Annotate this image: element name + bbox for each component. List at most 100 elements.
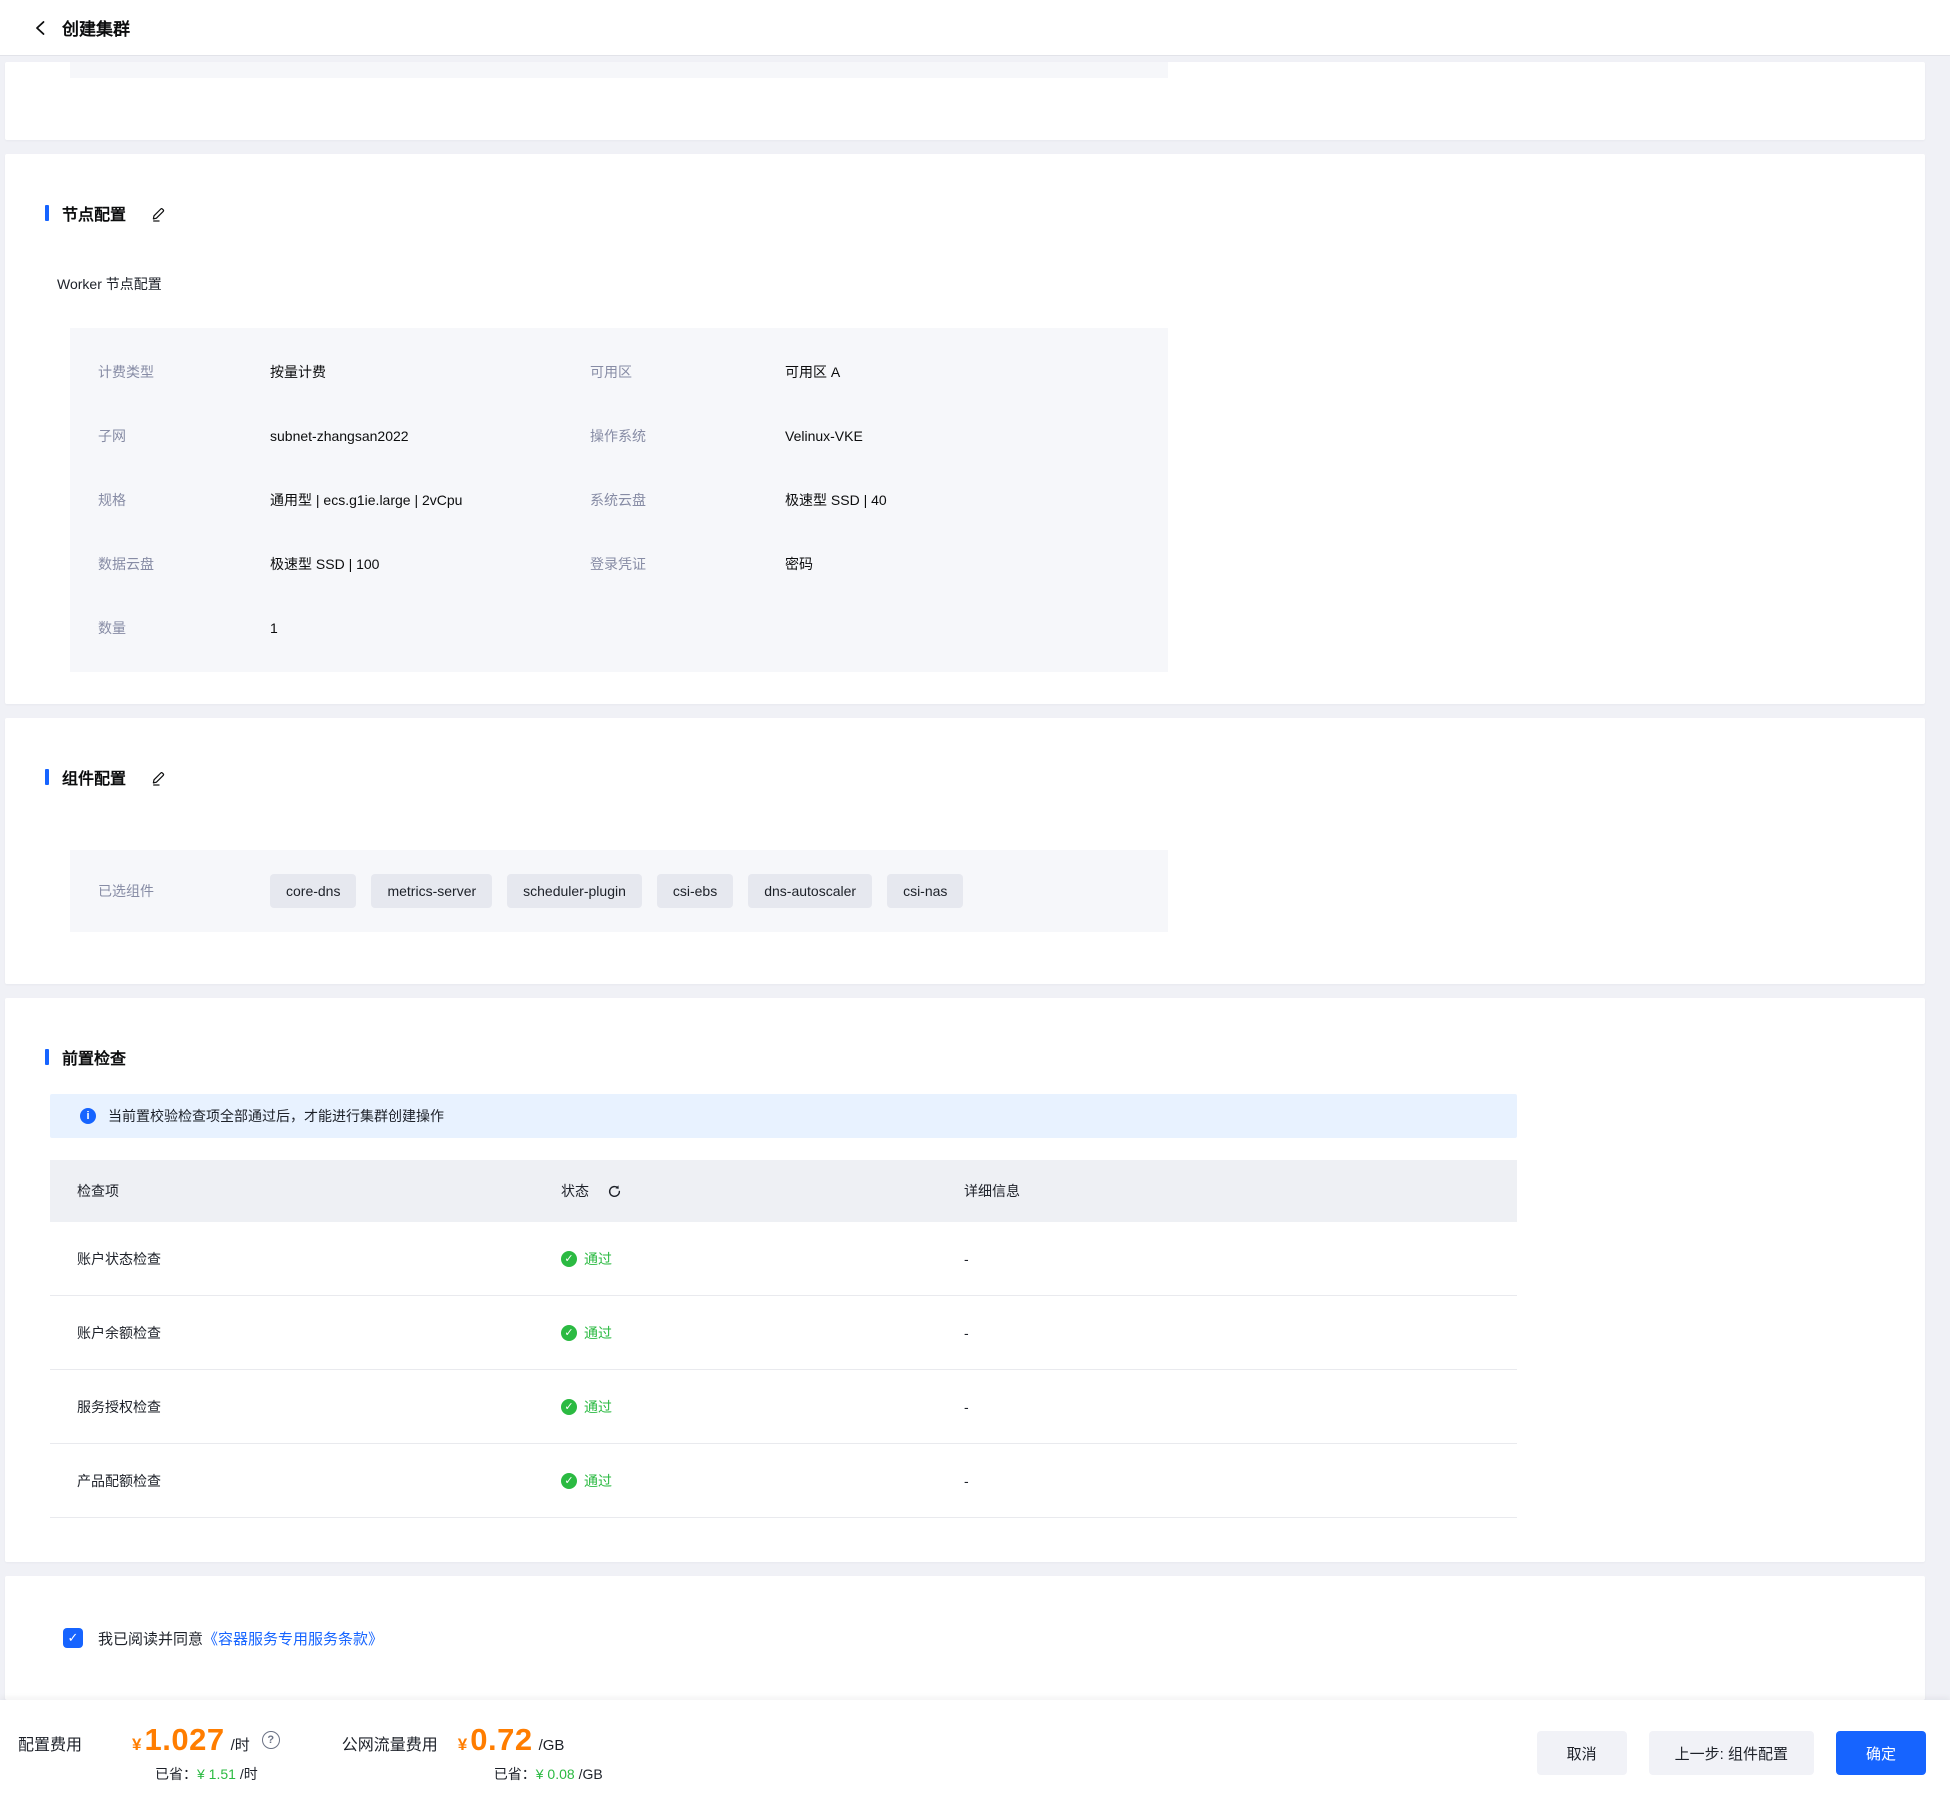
confirm-button[interactable]: 确定 <box>1836 1731 1926 1775</box>
check-detail: - <box>964 1473 1517 1489</box>
field-value: 1 <box>270 620 590 636</box>
check-item-name: 产品配额检查 <box>77 1471 561 1491</box>
check-circle-icon: ✓ <box>561 1399 577 1415</box>
addons-config-section: 组件配置 已选组件 core-dns metrics-server schedu… <box>5 718 1925 984</box>
traffic-fee-saved: 已省：¥ 0.08 /GB <box>494 1764 603 1784</box>
field-value: subnet-zhangsan2022 <box>270 428 590 444</box>
field-label: 规格 <box>98 490 270 510</box>
selected-addons-label: 已选组件 <box>98 881 270 901</box>
saved-unit: /GB <box>579 1766 603 1782</box>
field-label: 数据云盘 <box>98 554 270 574</box>
top-bar: 创建集群 <box>0 0 1950 56</box>
agreement-section: ✓ 我已阅读并同意 《容器服务专用服务条款》 <box>5 1576 1925 1700</box>
traffic-fee-amount: 0.72 <box>470 1722 532 1758</box>
field-label: 可用区 <box>590 362 785 382</box>
field-label: 子网 <box>98 426 270 446</box>
precheck-row: 服务授权检查 ✓通过 - <box>50 1370 1517 1444</box>
field-value: 可用区 A <box>785 362 1168 382</box>
check-detail: - <box>964 1325 1517 1341</box>
precheck-section: 前置检查 i 当前置校验检查项全部通过后，才能进行集群创建操作 检查项 状态 详… <box>5 998 1925 1562</box>
field-value: 按量计费 <box>270 362 590 382</box>
precheck-body: i 当前置校验检查项全部通过后，才能进行集群创建操作 检查项 状态 详细信息 账… <box>50 1094 1517 1518</box>
config-fee-label: 配置费用 <box>18 1731 82 1755</box>
kv-row: 计费类型 按量计费 可用区 可用区 A <box>70 340 1168 404</box>
precheck-row: 产品配额检查 ✓ 通过 - <box>50 1444 1517 1518</box>
question-circle-icon[interactable]: ? <box>262 1731 280 1749</box>
check-circle-icon: ✓ <box>561 1473 577 1489</box>
precheck-table: 检查项 状态 详细信息 账户状态检查 ✓ 通过 - 账户余额检查 <box>50 1160 1517 1518</box>
config-fee-unit: /时 <box>231 1734 250 1755</box>
precheck-notice-text: 当前置校验检查项全部通过后，才能进行集群创建操作 <box>108 1106 444 1126</box>
field-value: 极速型 SSD | 100 <box>270 554 590 574</box>
field-label: 计费类型 <box>98 362 270 382</box>
config-fee-amount: 1.027 <box>144 1722 224 1758</box>
precheck-notice-banner: i 当前置校验检查项全部通过后，才能进行集群创建操作 <box>50 1094 1517 1138</box>
previous-step-button[interactable]: 上一步: 组件配置 <box>1649 1731 1814 1775</box>
addons-config-title: 组件配置 <box>62 765 126 789</box>
check-item-name: 账户状态检查 <box>77 1249 561 1269</box>
addons-config-header: 组件配置 <box>45 766 1885 788</box>
back-icon[interactable] <box>30 17 52 39</box>
kv-row: 数量 1 <box>70 596 1168 660</box>
worker-node-summary-panel: 计费类型 按量计费 可用区 可用区 A 子网 subnet-zhangsan20… <box>70 328 1168 672</box>
precheck-row: 账户余额检查 ✓ 通过 - <box>50 1296 1517 1370</box>
saved-unit: /时 <box>240 1766 258 1782</box>
config-fee-saved: 已省：¥ 1.51 /时 <box>155 1764 280 1784</box>
saved-amount: ¥ 1.51 <box>197 1766 236 1782</box>
addon-tag: csi-nas <box>887 874 963 908</box>
check-detail: - <box>964 1251 1517 1267</box>
footer-bar: 配置费用 ¥ 1.027 /时 ? 已省：¥ 1.51 /时 公网流量费用 ¥ … <box>0 1700 1950 1806</box>
check-circle-icon: ✓ <box>561 1325 577 1341</box>
column-item: 检查项 <box>77 1181 561 1201</box>
column-status: 状态 <box>561 1181 589 1201</box>
node-config-section: 节点配置 Worker 节点配置 计费类型 按量计费 可用区 可用区 A 子网 … <box>5 154 1925 704</box>
precheck-header: 前置检查 <box>45 1046 1885 1068</box>
edit-icon[interactable] <box>150 205 167 222</box>
node-config-header: 节点配置 <box>45 202 1885 224</box>
kv-row: 子网 subnet-zhangsan2022 操作系统 Velinux-VKE <box>70 404 1168 468</box>
traffic-fee-group: 公网流量费用 ¥ 0.72 /GB 已省：¥ 0.08 /GB <box>342 1722 603 1784</box>
field-value: 密码 <box>785 554 1168 574</box>
saved-prefix: 已省： <box>494 1766 536 1782</box>
currency-symbol: ¥ <box>458 1735 467 1755</box>
config-fee-group: 配置费用 ¥ 1.027 /时 ? 已省：¥ 1.51 /时 <box>18 1722 280 1784</box>
kv-row: 数据云盘 极速型 SSD | 100 登录凭证 密码 <box>70 532 1168 596</box>
section-accent-bar <box>45 769 49 785</box>
agreement-checkbox[interactable]: ✓ <box>63 1628 83 1648</box>
status-pass-text: 通过 <box>584 1249 612 1269</box>
check-item-name: 服务授权检查 <box>77 1397 561 1417</box>
status-pass-text: 通过 <box>584 1323 612 1343</box>
check-item-name: 账户余额检查 <box>77 1323 561 1343</box>
section-accent-bar <box>45 1049 49 1065</box>
addon-tag-list: core-dns metrics-server scheduler-plugin… <box>270 874 963 908</box>
addon-tag: core-dns <box>270 874 356 908</box>
addon-tag: csi-ebs <box>657 874 733 908</box>
saved-amount: ¥ 0.08 <box>536 1766 575 1782</box>
field-label: 操作系统 <box>590 426 785 446</box>
terms-link[interactable]: 《容器服务专用服务条款》 <box>203 1628 383 1649</box>
traffic-fee-label: 公网流量费用 <box>342 1731 438 1755</box>
field-value: 通用型 | ecs.g1ie.large | 2vCpu <box>270 490 590 510</box>
section-accent-bar <box>45 205 49 221</box>
footer-buttons: 取消 上一步: 组件配置 确定 <box>1537 1731 1926 1775</box>
addon-tag: scheduler-plugin <box>507 874 642 908</box>
cancel-button[interactable]: 取消 <box>1537 1731 1627 1775</box>
previous-section-partial-card <box>5 62 1925 140</box>
precheck-table-header: 检查项 状态 详细信息 <box>50 1160 1517 1222</box>
refresh-icon[interactable] <box>607 1184 622 1199</box>
worker-node-subtitle: Worker 节点配置 <box>57 274 1885 294</box>
traffic-fee-unit: /GB <box>539 1737 565 1754</box>
node-config-title: 节点配置 <box>62 201 126 225</box>
previous-summary-panel-sliver <box>70 62 1168 78</box>
addon-tag: dns-autoscaler <box>748 874 872 908</box>
edit-icon[interactable] <box>150 769 167 786</box>
status-pass-text: 通过 <box>584 1471 612 1491</box>
field-value: 极速型 SSD | 40 <box>785 490 1168 510</box>
field-label: 登录凭证 <box>590 554 785 574</box>
page-content: 节点配置 Worker 节点配置 计费类型 按量计费 可用区 可用区 A 子网 … <box>0 56 1950 1700</box>
status-pass-text: 通过 <box>584 1397 612 1417</box>
page-title: 创建集群 <box>62 15 130 40</box>
agreement-text: 我已阅读并同意 <box>98 1628 203 1649</box>
check-circle-icon: ✓ <box>561 1251 577 1267</box>
selected-addons-panel: 已选组件 core-dns metrics-server scheduler-p… <box>70 850 1168 932</box>
